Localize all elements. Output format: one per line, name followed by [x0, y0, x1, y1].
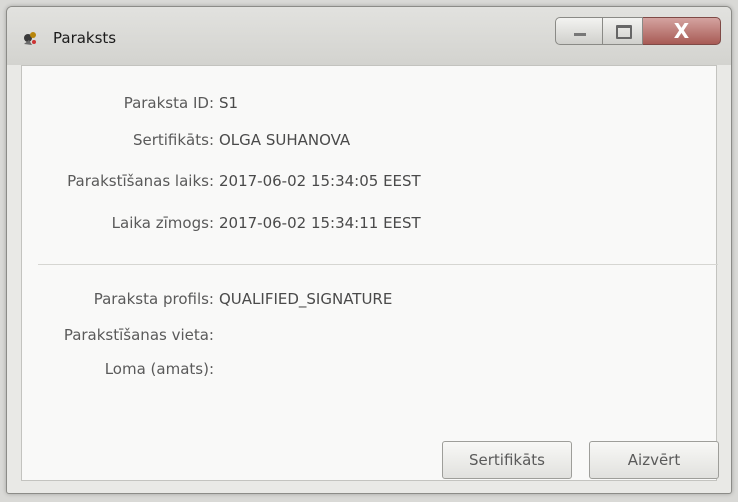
certificate-value: OLGA SUHANOVA: [219, 131, 351, 149]
row-signature-profile: Paraksta profils: QUALIFIED_SIGNATURE: [22, 290, 716, 314]
signing-place-label: Parakstīšanas vieta:: [63, 326, 214, 344]
timestamp-value: 2017-06-02 15:34:11 EEST: [219, 214, 421, 232]
maximize-button[interactable]: [603, 17, 643, 45]
signing-time-label: Parakstīšanas laiks:: [67, 172, 214, 190]
certificate-label: Sertifikāts:: [132, 131, 214, 149]
row-signature-id: Paraksta ID: S1: [22, 94, 716, 118]
signature-app-icon: [24, 32, 36, 45]
row-timestamp: Laika zīmogs: 2017-06-02 15:34:11 EEST: [22, 214, 716, 238]
signing-time-value: 2017-06-02 15:34:05 EEST: [219, 172, 421, 190]
close-icon: X: [673, 19, 690, 43]
signature-profile-label: Paraksta profils:: [93, 290, 214, 308]
row-signing-time: Parakstīšanas laiks: 2017-06-02 15:34:05…: [22, 172, 716, 196]
dialog-content: Paraksta ID: S1 Sertifikāts: OLGA SUHANO…: [21, 65, 719, 481]
role-label: Loma (amats):: [104, 360, 214, 378]
section-divider: [38, 264, 718, 265]
row-certificate: Sertifikāts: OLGA SUHANOVA: [22, 131, 716, 155]
timestamp-label: Laika zīmogs:: [111, 214, 214, 232]
row-signing-place: Parakstīšanas vieta:: [22, 326, 716, 350]
close-window-button[interactable]: X: [643, 17, 721, 45]
title-bar[interactable]: Paraksts X: [7, 7, 731, 65]
certificate-button[interactable]: Sertifikāts: [442, 441, 572, 479]
window-title: Paraksts: [53, 29, 117, 47]
close-button[interactable]: Aizvērt: [589, 441, 719, 479]
signature-profile-value: QUALIFIED_SIGNATURE: [219, 290, 393, 308]
signature-dialog: Paraksts X Paraksta ID: S1 Sertifikāts: …: [6, 6, 732, 494]
minimize-button[interactable]: [555, 17, 603, 45]
signature-id-value: S1: [219, 94, 239, 112]
row-role: Loma (amats):: [22, 360, 716, 384]
signature-id-label: Paraksta ID:: [123, 94, 214, 112]
